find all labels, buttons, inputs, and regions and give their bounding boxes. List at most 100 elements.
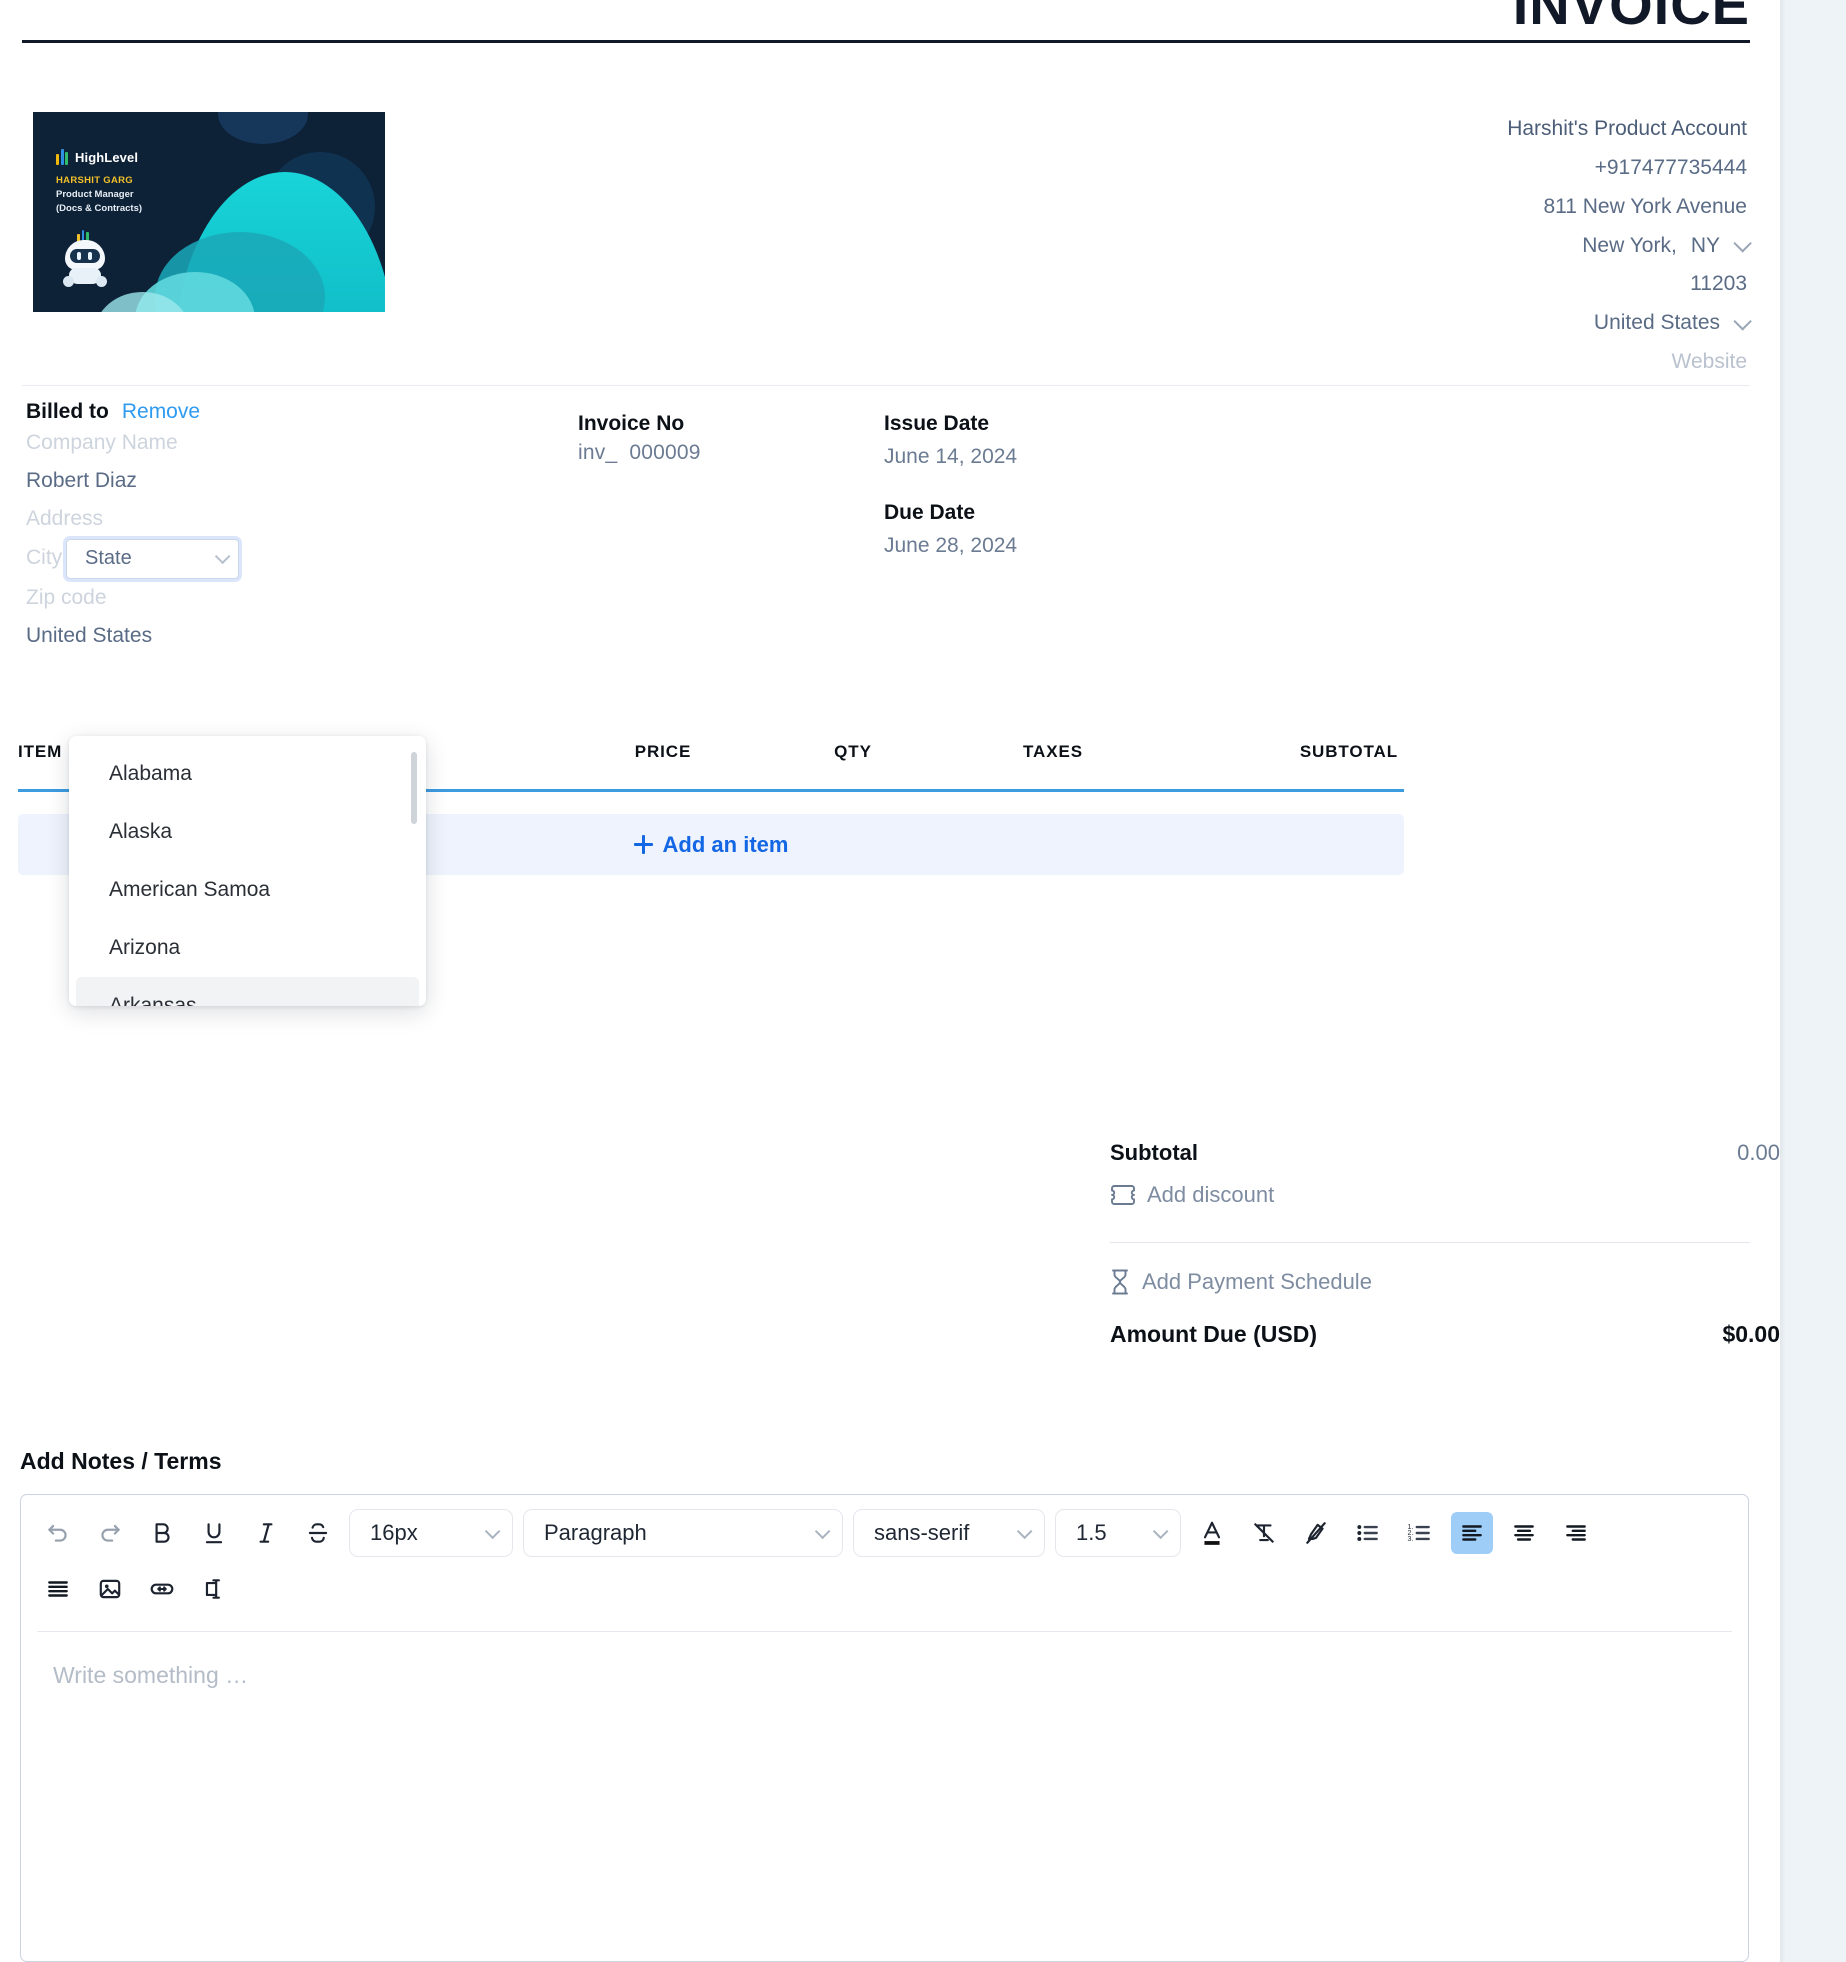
font-size-value: 16px bbox=[370, 1520, 418, 1545]
billed-state-select[interactable]: State bbox=[66, 538, 239, 579]
numbered-list-icon[interactable]: 1. 2. 3. bbox=[1399, 1512, 1441, 1554]
bold-icon[interactable] bbox=[141, 1512, 183, 1554]
state-option-arizona[interactable]: Arizona bbox=[76, 919, 419, 977]
insert-image-icon[interactable] bbox=[89, 1568, 131, 1610]
invoice-number-block: Invoice No inv_ 000009 bbox=[578, 408, 701, 465]
company-state[interactable]: NY bbox=[1691, 227, 1720, 266]
company-zip[interactable]: 11203 bbox=[1047, 265, 1747, 304]
state-dropdown-menu[interactable]: Alabama Alaska American Samoa Arizona Ar… bbox=[69, 736, 426, 1006]
align-left-icon[interactable] bbox=[1451, 1512, 1493, 1554]
billed-state-selected-value: State bbox=[85, 547, 132, 570]
chevron-down-icon bbox=[814, 1523, 831, 1539]
chevron-down-icon bbox=[484, 1523, 501, 1539]
company-country[interactable]: United States bbox=[1594, 304, 1720, 343]
billed-company-name-input[interactable]: Company Name bbox=[26, 424, 546, 462]
logo-person-role: Product Manager bbox=[56, 188, 134, 200]
title-divider bbox=[22, 40, 1750, 43]
invoice-no-prefix: inv_ bbox=[578, 440, 618, 464]
add-discount-button[interactable]: Add discount bbox=[1110, 1182, 1780, 1208]
italic-icon[interactable] bbox=[245, 1512, 287, 1554]
discount-ticket-icon bbox=[1110, 1184, 1136, 1206]
due-date-value[interactable]: June 28, 2024 bbox=[884, 530, 1017, 563]
company-website-placeholder[interactable]: Website bbox=[1047, 343, 1747, 382]
chevron-down-icon[interactable] bbox=[1733, 234, 1752, 254]
line-height-select[interactable]: 1.5 bbox=[1055, 1509, 1181, 1557]
bullet-list-icon[interactable] bbox=[1347, 1512, 1389, 1554]
font-size-select[interactable]: 16px bbox=[349, 1509, 513, 1557]
billed-address-input[interactable]: Address bbox=[26, 500, 546, 538]
invoice-page: INVOICE HighLevel HARSHIT GARG Product M… bbox=[0, 0, 1846, 1962]
remove-highlight-icon[interactable] bbox=[1295, 1512, 1337, 1554]
redo-icon[interactable] bbox=[89, 1512, 131, 1554]
column-header-qty: QTY bbox=[834, 742, 872, 761]
notes-textarea[interactable]: Write something … bbox=[21, 1632, 1748, 1689]
subtotal-value: 0.00 bbox=[1737, 1140, 1780, 1165]
column-header-taxes: TAXES bbox=[1023, 742, 1083, 761]
highlevel-logo-icon bbox=[56, 149, 68, 165]
editor-toolbar-row-2 bbox=[37, 1561, 1732, 1617]
brand-name-label: HighLevel bbox=[75, 149, 139, 165]
amount-due-label: Amount Due (USD) bbox=[1110, 1321, 1317, 1347]
align-justify-icon[interactable] bbox=[37, 1568, 79, 1610]
font-family-value: sans-serif bbox=[874, 1520, 970, 1545]
hourglass-icon bbox=[1110, 1269, 1130, 1295]
notes-placeholder: Write something … bbox=[53, 1662, 249, 1688]
merge-field-icon[interactable] bbox=[193, 1568, 235, 1610]
chevron-down-icon bbox=[1016, 1523, 1033, 1539]
company-city[interactable]: New York, bbox=[1582, 227, 1677, 266]
underline-icon[interactable] bbox=[193, 1512, 235, 1554]
block-format-select[interactable]: Paragraph bbox=[523, 1509, 843, 1557]
billed-to-label: Billed to bbox=[26, 400, 109, 423]
text-color-icon[interactable] bbox=[1191, 1512, 1233, 1554]
editor-toolbar-row-1: 16px Paragraph sans-serif 1.5 1. 2. 3. bbox=[37, 1505, 1732, 1561]
robot-mascot-icon bbox=[57, 228, 113, 290]
add-payment-schedule-label: Add Payment Schedule bbox=[1142, 1269, 1372, 1294]
undo-icon[interactable] bbox=[37, 1512, 79, 1554]
company-account-name[interactable]: Harshit's Product Account bbox=[1047, 110, 1747, 149]
amount-due-row: Amount Due (USD) $0.00 bbox=[1110, 1321, 1780, 1348]
column-header-price: PRICE bbox=[634, 742, 692, 761]
state-option-alabama[interactable]: Alabama bbox=[76, 745, 419, 803]
align-right-icon[interactable] bbox=[1555, 1512, 1597, 1554]
chevron-down-icon bbox=[214, 548, 231, 565]
issue-date-value[interactable]: June 14, 2024 bbox=[884, 441, 1017, 474]
state-option-arkansas[interactable]: Arkansas bbox=[76, 977, 419, 1006]
subtotal-row: Subtotal 0.00 bbox=[1110, 1140, 1780, 1166]
column-header-subtotal: SUBTOTAL bbox=[1299, 742, 1398, 761]
chevron-down-icon bbox=[1152, 1523, 1169, 1539]
company-logo-image[interactable]: HighLevel HARSHIT GARG Product Manager (… bbox=[33, 112, 385, 312]
invoice-no-value[interactable]: inv_ 000009 bbox=[578, 441, 701, 465]
plus-icon bbox=[633, 835, 653, 854]
company-country-row: United States bbox=[1047, 304, 1752, 343]
align-center-icon[interactable] bbox=[1503, 1512, 1545, 1554]
company-city-state-row: New York, NY bbox=[1047, 227, 1752, 266]
state-option-alaska[interactable]: Alaska bbox=[76, 803, 419, 861]
insert-link-icon[interactable] bbox=[141, 1568, 183, 1610]
remove-contact-link[interactable]: Remove bbox=[122, 400, 200, 424]
totals-divider bbox=[1110, 1242, 1750, 1243]
billed-contact-name-input[interactable]: Robert Diaz bbox=[26, 462, 546, 500]
billed-country-select[interactable]: United States bbox=[26, 617, 546, 655]
notes-editor[interactable]: 16px Paragraph sans-serif 1.5 1. 2. 3. W… bbox=[20, 1494, 1749, 1962]
dropdown-scrollbar[interactable] bbox=[411, 752, 417, 824]
company-info-block: Harshit's Product Account +917477735444 … bbox=[1047, 110, 1752, 382]
state-option-american-samoa[interactable]: American Samoa bbox=[76, 861, 419, 919]
invoice-sheet: INVOICE HighLevel HARSHIT GARG Product M… bbox=[0, 0, 1780, 1962]
add-payment-schedule-button[interactable]: Add Payment Schedule bbox=[1110, 1269, 1780, 1295]
logo-decor-top bbox=[218, 112, 308, 144]
add-discount-label: Add discount bbox=[1147, 1182, 1275, 1207]
clear-formatting-icon[interactable] bbox=[1243, 1512, 1285, 1554]
due-date-label: Due Date bbox=[884, 501, 976, 525]
issue-date-label: Issue Date bbox=[884, 412, 990, 435]
invoice-no-number: 000009 bbox=[629, 440, 701, 464]
chevron-down-icon[interactable] bbox=[1733, 312, 1752, 331]
company-phone[interactable]: +917477735444 bbox=[1047, 149, 1747, 188]
amount-due-value: $0.00 bbox=[1722, 1321, 1780, 1347]
billed-zip-input[interactable]: Zip code bbox=[26, 579, 546, 617]
font-family-select[interactable]: sans-serif bbox=[853, 1509, 1045, 1557]
strikethrough-icon[interactable] bbox=[297, 1512, 339, 1554]
company-address[interactable]: 811 New York Avenue bbox=[1047, 188, 1747, 227]
totals-block: Subtotal 0.00 Add discount Add Payment S… bbox=[1110, 1140, 1780, 1348]
billed-city-input[interactable]: City bbox=[26, 546, 62, 570]
billed-to-header: Billed to Remove bbox=[26, 400, 546, 424]
